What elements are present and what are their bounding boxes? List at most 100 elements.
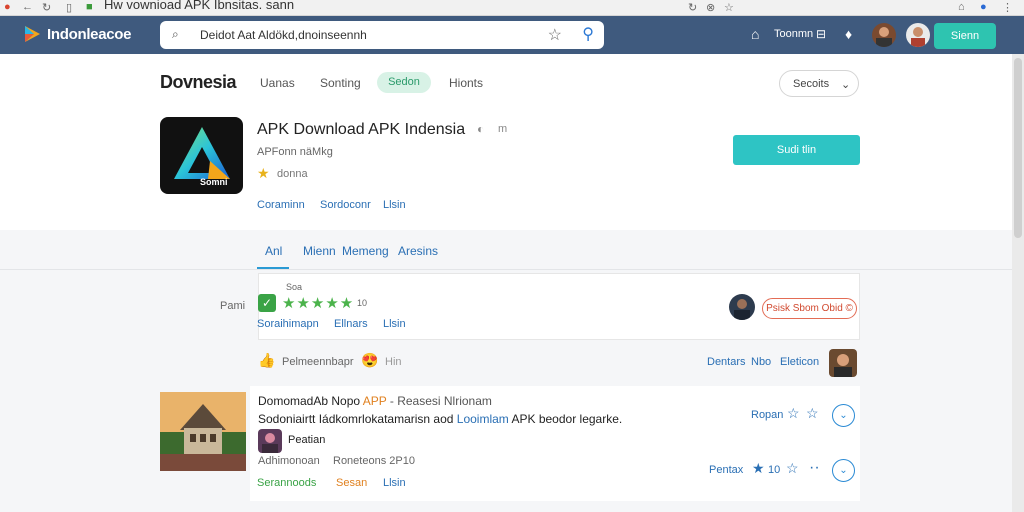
page-content: Dovnesia Uanas Sonting Sedon Hionts Seco… xyxy=(0,54,1012,512)
chevron-down-icon[interactable]: ⌄ xyxy=(832,459,855,482)
app-icon-caption: Somni xyxy=(200,177,228,187)
scrollbar-thumb[interactable] xyxy=(1014,58,1022,238)
review-link[interactable]: Llsin xyxy=(383,318,406,330)
avatar-user[interactable] xyxy=(906,23,930,47)
post-title[interactable]: DomomadAb Nopo APP - Reasesi Nlrionam xyxy=(258,394,492,408)
signin-button[interactable]: Sienn xyxy=(934,23,996,49)
home-icon[interactable]: ⌂ xyxy=(958,1,965,13)
site-header: Indonleacoe ⌕ Deidot Aat Aldökd,dnoinsee… xyxy=(0,16,1024,54)
review-count: 10 xyxy=(357,298,368,308)
install-button[interactable]: Sudi tlin xyxy=(733,135,860,165)
post-action[interactable]: Pentax xyxy=(709,464,743,476)
thumbs-up-icon[interactable]: 👍 xyxy=(258,352,275,369)
tab-all[interactable]: Anl xyxy=(265,244,282,258)
tools-icon[interactable]: ⊗ xyxy=(706,1,715,14)
chevron-down-icon[interactable]: ⌄ xyxy=(832,404,855,427)
tab-divider xyxy=(0,269,1012,270)
emoji-icon: 😍 xyxy=(361,352,379,368)
info-icon[interactable]: ◐ xyxy=(477,122,484,136)
home-icon[interactable]: ⌂ xyxy=(751,26,759,42)
secure-icon: ■ xyxy=(86,1,93,13)
rating-stars: ★★★★★ xyxy=(282,295,355,312)
nav-item[interactable]: Hionts xyxy=(449,76,483,90)
more-icon[interactable]: m xyxy=(498,123,507,135)
app-link[interactable]: Sordoconr xyxy=(320,199,371,211)
brand-logo-icon[interactable] xyxy=(22,24,42,44)
star-icon[interactable]: ☆ xyxy=(787,405,800,422)
star-icon[interactable]: ★ xyxy=(752,460,765,477)
chevron-down-icon: ⌄ xyxy=(841,79,851,91)
tab[interactable]: Aresins xyxy=(398,244,438,258)
post-action[interactable]: Ropan xyxy=(751,409,783,421)
close-icon[interactable]: ● xyxy=(4,1,11,13)
app-subtitle: APFonn näMkg xyxy=(257,146,333,158)
page-icon: ▯ xyxy=(66,2,73,14)
notification-icon[interactable]: ♦ xyxy=(845,26,852,42)
reload-icon-right[interactable]: ↻ xyxy=(688,1,697,14)
status-badge[interactable]: Psisk Sbom Obid © xyxy=(762,298,857,319)
post-meta: Roneteons 2P10 xyxy=(333,455,415,467)
extension-icon[interactable]: ● xyxy=(980,1,987,13)
inbox-icon[interactable]: ⊟ xyxy=(816,27,826,41)
app-link[interactable]: Llsin xyxy=(383,199,406,211)
star-icon[interactable]: ☆ xyxy=(806,405,819,422)
avatar-square[interactable] xyxy=(829,349,857,377)
post-link[interactable]: Serannoods xyxy=(257,477,316,489)
check-icon: ✓ xyxy=(258,294,276,312)
post-title-part: DomomadAb Nopo xyxy=(258,394,361,408)
like-link[interactable]: Nbo xyxy=(751,356,771,368)
select-label: Secoits xyxy=(793,78,830,90)
menu-icon[interactable]: ⋮ xyxy=(1002,1,1013,14)
like-link[interactable]: Eleticon xyxy=(780,356,819,368)
scrollbar[interactable] xyxy=(1012,54,1024,512)
post-body-link[interactable]: Looimlam xyxy=(457,412,509,426)
like-link[interactable]: Dentars xyxy=(707,356,746,368)
tab[interactable]: Memeng xyxy=(342,244,389,258)
review-meta: Soa xyxy=(286,282,303,292)
favorite-star-icon[interactable]: ☆ xyxy=(548,25,562,45)
sort-select[interactable]: Secoits ⌄ xyxy=(779,70,859,97)
post-action-count: 10 xyxy=(768,464,781,476)
avatar[interactable] xyxy=(872,23,896,47)
search-input[interactable]: Deidot Aat Aldökd,dnoinseennh xyxy=(200,28,367,42)
star-icon[interactable]: ☆ xyxy=(786,460,799,477)
reviewer-avatar[interactable] xyxy=(729,294,755,320)
post-body-part: Sodoniairtt Iádkomrlokatamarisn aod xyxy=(258,412,454,426)
app-icon[interactable]: Somni xyxy=(160,117,243,194)
post-meta: Adhimonoan xyxy=(258,455,320,467)
post-body-part: APK beodor legarke. xyxy=(511,412,623,426)
rating-text: donna xyxy=(277,168,308,180)
site-logo[interactable]: Dovnesia xyxy=(160,72,237,93)
app-header-section xyxy=(0,54,1012,230)
tab[interactable]: Mienn xyxy=(303,244,336,258)
author-avatar[interactable] xyxy=(258,429,282,453)
search-lock-icon: ⌕ xyxy=(172,27,179,41)
review-link[interactable]: Soraihimapn xyxy=(257,318,319,330)
browser-toolbar: ● ← ↻ ▯ ■ Hw vownioad APK Ibnsitas. sann… xyxy=(0,0,1024,16)
brand-name[interactable]: Indonleacoe xyxy=(47,26,132,43)
app-link[interactable]: Coraminn xyxy=(257,199,305,211)
tab-active-underline xyxy=(257,267,289,269)
like-text: Pelmeennbapr xyxy=(282,356,354,368)
post-title-part: - Reasesi Nlrionam xyxy=(389,394,492,408)
nav-item[interactable]: Sonting xyxy=(320,76,361,90)
like-trailing: Hin xyxy=(385,356,402,368)
post-title-highlight[interactable]: APP xyxy=(363,394,387,408)
search-bar[interactable]: ⌕ Deidot Aat Aldökd,dnoinseennh ☆ ⚲ xyxy=(160,21,604,49)
post-link[interactable]: Sesan xyxy=(336,477,367,489)
post-thumbnail[interactable] xyxy=(160,392,246,471)
post-body: Sodoniairtt Iádkomrlokatamarisn aod Looi… xyxy=(258,412,622,426)
bookmark-star-icon[interactable]: ☆ xyxy=(724,1,734,14)
nav-item[interactable]: Uanas xyxy=(260,76,295,90)
reload-icon[interactable]: ↻ xyxy=(42,1,51,14)
review-link[interactable]: Ellnars xyxy=(334,318,368,330)
search-icon[interactable]: ⚲ xyxy=(582,24,594,44)
more-dots-icon[interactable]: ·· xyxy=(809,459,820,477)
nav-item-active[interactable]: Sedon xyxy=(377,72,431,93)
browser-tab-title[interactable]: Hw vownioad APK Ibnsitas. sann xyxy=(104,0,294,12)
back-icon[interactable]: ← xyxy=(22,1,33,13)
post-link[interactable]: Llsin xyxy=(383,477,406,489)
review-left-label: Pami xyxy=(220,300,246,312)
post-author[interactable]: Peatian xyxy=(288,434,325,446)
header-link[interactable]: Toonmn xyxy=(774,28,813,40)
